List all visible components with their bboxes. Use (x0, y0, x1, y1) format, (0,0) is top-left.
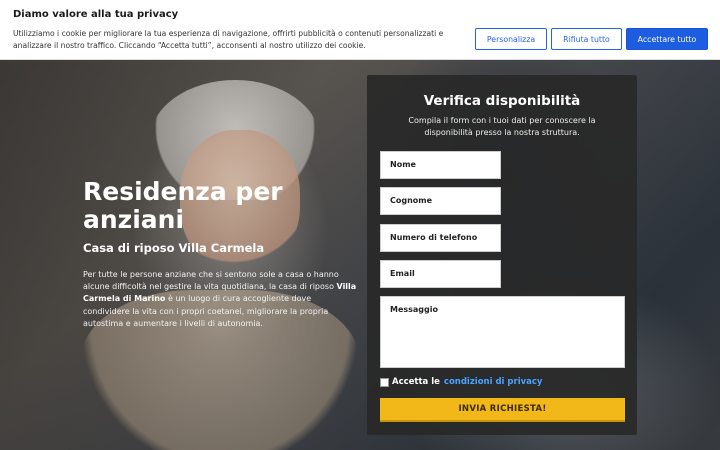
hero-text: Residenza per anziani Casa di riposo Vil… (83, 178, 358, 330)
privacy-checkbox[interactable] (380, 377, 389, 387)
accept-all-button[interactable]: Accettare tutto (626, 28, 708, 50)
hero-desc-part1: Per tutte le persone anziane che si sent… (83, 270, 339, 292)
privacy-consent: Accetta le condizioni di privacy (380, 377, 542, 387)
cookie-text: Utilizziamo i cookie per migliorare la t… (13, 29, 444, 50)
reject-all-button[interactable]: Rifiuta tutto (551, 28, 622, 50)
submit-button[interactable]: INVIA RICHIESTA! (380, 398, 625, 422)
customize-button[interactable]: Personalizza (475, 28, 547, 50)
cookie-title: Diamo valore alla tua privacy (13, 9, 179, 20)
form-description: Compila il form con i tuoi dati per cono… (408, 116, 596, 137)
name-field[interactable]: Nome (380, 151, 501, 179)
hero-subtitle: Casa di riposo Villa Carmela (83, 241, 265, 255)
hero-description: Per tutte le persone anziane che si sent… (83, 269, 358, 330)
hero-title: Residenza per anziani (83, 177, 283, 234)
cookie-banner: Diamo valore alla tua privacy Utilizziam… (0, 0, 720, 60)
privacy-prefix: Accetta le (392, 377, 440, 387)
availability-form: Verifica disponibilità Compila il form c… (367, 75, 637, 435)
form-title: Verifica disponibilità (423, 93, 581, 109)
surname-field[interactable]: Cognome (380, 187, 501, 215)
message-field[interactable]: Messaggio (380, 296, 625, 368)
email-field[interactable]: Email (380, 260, 501, 288)
privacy-link[interactable]: condizioni di privacy (444, 377, 543, 387)
phone-field[interactable]: Numero di telefono (380, 224, 501, 252)
